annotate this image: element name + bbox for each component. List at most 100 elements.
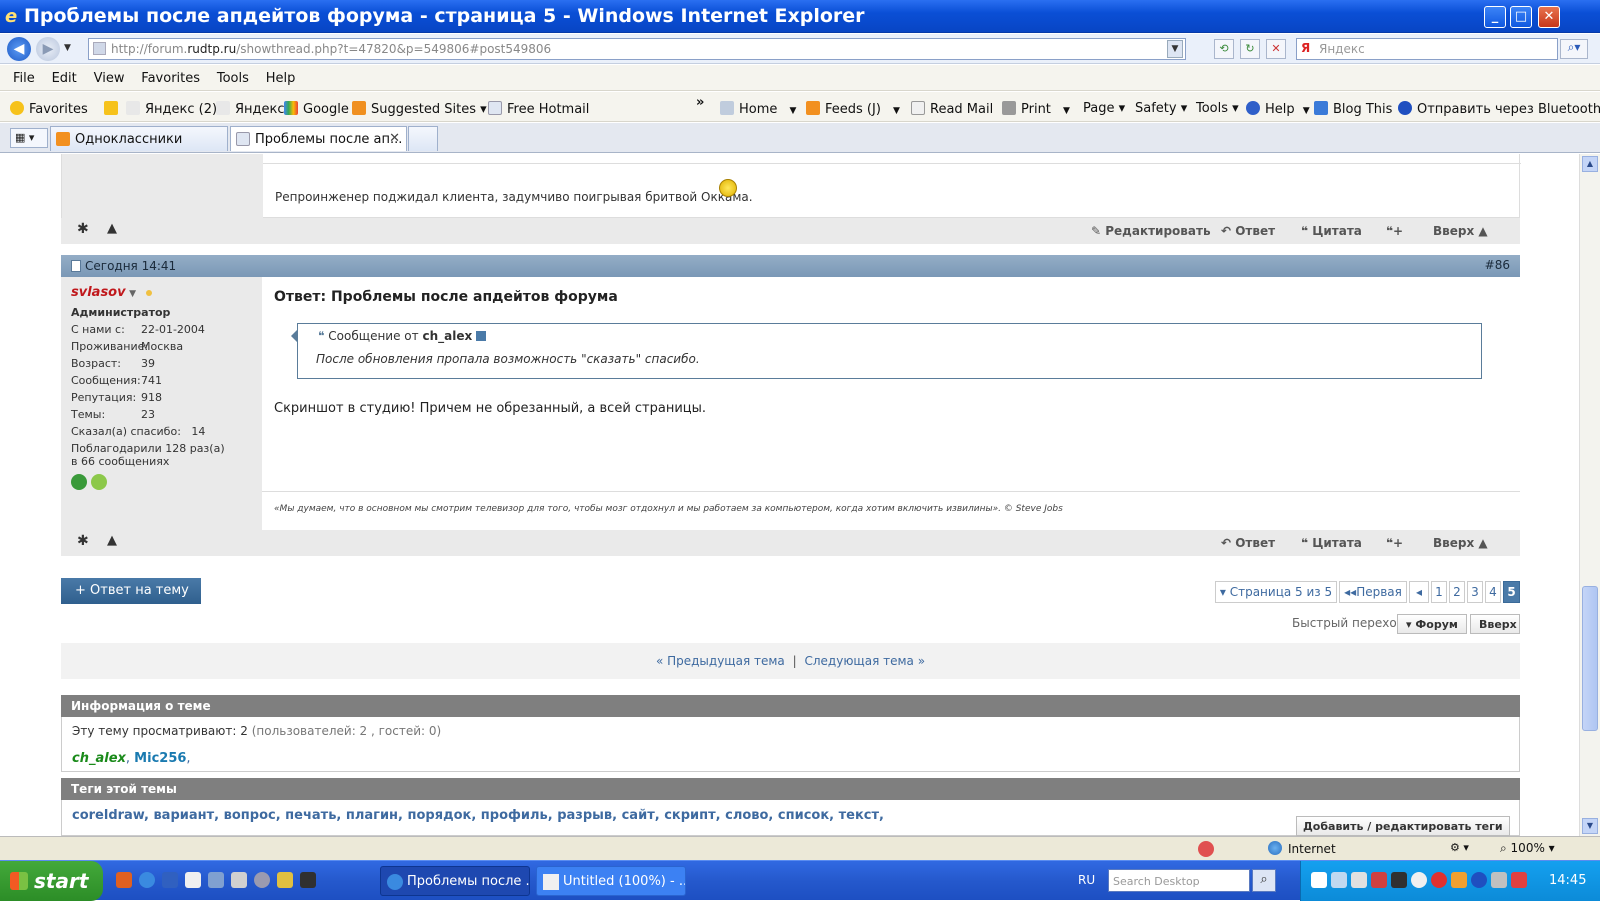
tray-app-icon-5[interactable]	[1411, 872, 1427, 888]
report-icon[interactable]: ▲	[107, 533, 117, 548]
star-rate-icon[interactable]: ✱	[77, 221, 89, 237]
tray-app-icon-3[interactable]	[1371, 872, 1387, 888]
chevron-down-icon[interactable]: ▼	[1303, 106, 1310, 116]
maximize-button[interactable]: □	[1510, 6, 1532, 28]
chevron-down-icon[interactable]: ▼	[790, 106, 797, 116]
quote-button[interactable]: ❝ Цитата	[1301, 224, 1362, 238]
compatibility-icon[interactable]: ⟲	[1214, 39, 1234, 59]
post-number[interactable]: #86	[1485, 258, 1510, 272]
chevron-down-icon[interactable]: ▼	[1063, 106, 1070, 116]
cmd-print[interactable]: Print ▼	[1002, 101, 1070, 117]
refresh-icon[interactable]: ↻	[1240, 39, 1260, 59]
cmd-safety[interactable]: Safety ▾	[1135, 101, 1187, 116]
fav-yandex-2[interactable]: Яндекс (2)	[126, 101, 217, 117]
search-input[interactable]: Я Яндекс	[1296, 38, 1558, 60]
clock[interactable]: 14:45	[1549, 873, 1586, 888]
add-favorite-icon[interactable]	[104, 101, 123, 117]
scroll-thumb[interactable]	[1582, 586, 1598, 731]
quicklaunch-ie-icon[interactable]	[139, 872, 155, 888]
cmd-read-mail[interactable]: Read Mail	[911, 101, 993, 117]
username-link[interactable]: svlasov	[71, 285, 126, 300]
prev-thread-link[interactable]: « Предыдущая тема	[656, 654, 785, 668]
favorites-button[interactable]: Favorites	[10, 101, 88, 117]
first-page-link[interactable]: ◂◂Первая	[1339, 581, 1407, 603]
chevron-down-icon[interactable]: ▼	[893, 106, 900, 116]
prev-page-icon[interactable]: ◂	[1409, 581, 1429, 603]
menu-tools[interactable]: Tools	[204, 65, 249, 86]
page-selector[interactable]: ▾ Страница 5 из 5	[1215, 581, 1337, 603]
multiquote-icon[interactable]: ❝+	[1386, 224, 1403, 238]
language-indicator[interactable]: RU	[1078, 873, 1095, 887]
task-ie-window[interactable]: Проблемы после ...	[380, 866, 530, 896]
tray-app-icon-4[interactable]	[1391, 872, 1407, 888]
page-link-2[interactable]: 2	[1449, 581, 1465, 603]
cmd-blog-this[interactable]: Blog This	[1314, 101, 1392, 117]
desktop-search-input[interactable]: Search Desktop	[1108, 869, 1250, 892]
address-field[interactable]: http://forum.rudtp.ru/showthread.php?t=4…	[88, 38, 1186, 60]
view-post-icon[interactable]	[476, 331, 487, 341]
cmd-bluetooth[interactable]: Отправить через Bluetooth	[1398, 101, 1600, 117]
menu-file[interactable]: File	[0, 65, 35, 86]
menu-help[interactable]: Help	[253, 65, 296, 86]
star-rate-icon[interactable]: ✱	[77, 533, 89, 549]
quick-tabs-icon[interactable]: ▦ ▾	[10, 128, 48, 148]
tray-app-icon-7[interactable]	[1511, 872, 1527, 888]
reply-to-thread-button[interactable]: + Ответ на тему	[61, 578, 201, 604]
popup-blocker-icon[interactable]	[1198, 841, 1214, 857]
task-untitled-window[interactable]: Untitled (100%) - ...	[536, 866, 686, 896]
back-button[interactable]: ◀	[7, 37, 31, 61]
reply-post-button[interactable]: ↶ Ответ	[1221, 224, 1275, 238]
viewer-ch-alex[interactable]: ch_alex	[72, 751, 126, 766]
edit-button[interactable]: ✎ Редактировать	[1091, 224, 1211, 238]
cmd-help[interactable]: Help ▼	[1246, 101, 1310, 117]
quicklaunch-messenger-icon[interactable]	[277, 872, 293, 888]
tray-antivirus-icon[interactable]	[1431, 872, 1447, 888]
desktop-search-icon[interactable]: ⌕	[1252, 869, 1276, 892]
quicklaunch-desktop-icon[interactable]	[162, 872, 178, 888]
minimize-button[interactable]: _	[1484, 6, 1506, 28]
search-go-icon[interactable]: ⌕▾	[1560, 39, 1588, 59]
cmd-home[interactable]: Home ▼	[720, 101, 796, 117]
tab-odnoklassniki[interactable]: Одноклассники	[50, 126, 228, 151]
tray-app-icon-1[interactable]	[1311, 872, 1327, 888]
menu-favorites[interactable]: Favorites	[128, 65, 200, 86]
zoom-control[interactable]: ⌕ 100% ▾	[1500, 841, 1555, 856]
tray-bluetooth-icon[interactable]	[1471, 872, 1487, 888]
quicklaunch-app-icon[interactable]	[116, 872, 132, 888]
next-thread-link[interactable]: Следующая тема »	[804, 654, 925, 668]
fav-suggested-sites[interactable]: Suggested Sites ▾	[352, 101, 487, 117]
page-link-4[interactable]: 4	[1485, 581, 1501, 603]
viewer-mic256[interactable]: Mic256	[134, 751, 186, 766]
report-icon[interactable]: ▲	[107, 221, 117, 236]
edit-tags-button[interactable]: Добавить / редактировать теги	[1296, 816, 1510, 836]
menu-view[interactable]: View	[81, 65, 125, 86]
quicklaunch-disc-icon[interactable]	[254, 872, 270, 888]
quicklaunch-calendar-icon[interactable]	[185, 872, 201, 888]
tray-volume-icon[interactable]	[1491, 872, 1507, 888]
tab-close-icon[interactable]: ✕	[389, 131, 400, 146]
cmd-page[interactable]: Page ▾	[1083, 101, 1125, 116]
quicklaunch-tool-icon[interactable]	[300, 872, 316, 888]
menu-edit[interactable]: Edit	[39, 65, 77, 86]
quick-nav-top[interactable]: Вверх	[1470, 614, 1520, 634]
scroll-down-icon[interactable]: ▼	[1582, 818, 1598, 834]
reply-post-button[interactable]: ↶ Ответ	[1221, 536, 1275, 550]
start-button[interactable]: start	[0, 861, 103, 901]
tag-list[interactable]: coreldraw, вариант, вопрос, печать, плаг…	[72, 808, 884, 823]
scroll-up-icon[interactable]: ▲	[1582, 156, 1598, 172]
multiquote-icon[interactable]: ❝+	[1386, 536, 1403, 550]
forward-button[interactable]: ▶	[36, 37, 60, 61]
top-button[interactable]: Вверх ▲	[1433, 536, 1488, 550]
stop-icon[interactable]: ✕	[1266, 39, 1286, 59]
fav-hotmail[interactable]: Free Hotmail	[488, 101, 589, 117]
page-scrollbar[interactable]: ▲ ▼	[1579, 154, 1600, 836]
more-chevron-icon[interactable]: »	[696, 95, 704, 110]
history-dropdown-icon[interactable]: ▼	[64, 43, 71, 53]
fav-google[interactable]: Google	[284, 101, 349, 117]
quote-button[interactable]: ❝ Цитата	[1301, 536, 1362, 550]
quicklaunch-media-icon[interactable]	[208, 872, 224, 888]
quick-nav-forum[interactable]: ▾ Форум	[1397, 614, 1467, 634]
tray-network-icon[interactable]	[1351, 872, 1367, 888]
page-link-3[interactable]: 3	[1467, 581, 1483, 603]
quicklaunch-notepad-icon[interactable]	[231, 872, 247, 888]
